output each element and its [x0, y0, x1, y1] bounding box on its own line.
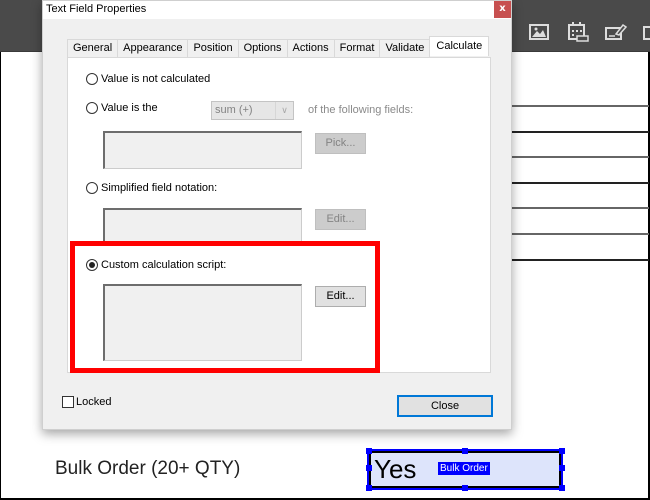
field-name-tag: Bulk Order [438, 462, 490, 475]
resize-handle[interactable] [559, 448, 565, 454]
form-line [510, 259, 649, 261]
close-button[interactable]: Close [397, 395, 493, 417]
radio-not-calculated[interactable]: Value is not calculated [86, 73, 210, 85]
resize-handle[interactable] [462, 485, 468, 491]
resize-handle[interactable] [366, 448, 372, 454]
tab-appearance[interactable]: Appearance [117, 39, 189, 57]
tab-general[interactable]: General [67, 39, 119, 57]
calculate-panel: Value is not calculated Value is the sum… [67, 57, 491, 373]
bulk-order-field[interactable]: Yes Bulk Order [367, 449, 563, 490]
bulk-order-label: Bulk Order (20+ QTY) [55, 458, 241, 479]
chevron-down-icon: ∨ [275, 102, 293, 119]
locked-label: Locked [76, 396, 112, 408]
tab-position[interactable]: Position [187, 39, 239, 57]
partial-icon[interactable] [643, 22, 650, 42]
resize-handle[interactable] [366, 465, 372, 471]
radio-simplified-notation[interactable]: Simplified field notation: [86, 182, 217, 194]
tab-bar: General Appearance Position Options Acti… [67, 36, 490, 57]
radio-label: Simplified field notation: [101, 182, 218, 194]
image-icon[interactable] [528, 22, 550, 42]
text-field-properties-dialog: Text Field Properties x General Appearan… [42, 0, 512, 430]
resize-handle[interactable] [366, 485, 372, 491]
pick-button[interactable]: Pick... [315, 133, 366, 154]
radio-label: Value is the [101, 102, 158, 114]
simplified-notation-input[interactable] [103, 208, 302, 246]
resize-handle[interactable] [559, 465, 565, 471]
calendar-date-icon[interactable] [567, 22, 589, 42]
fields-list-input[interactable] [103, 131, 302, 169]
custom-script-edit-button[interactable]: Edit... [315, 286, 366, 307]
custom-script-input[interactable] [103, 284, 302, 361]
close-icon[interactable]: x [494, 1, 511, 18]
radio-custom-script[interactable]: Custom calculation script: [86, 259, 226, 271]
radio-button[interactable] [86, 73, 98, 85]
tab-options[interactable]: Options [237, 39, 288, 57]
tab-format[interactable]: Format [333, 39, 381, 57]
signature-icon[interactable] [605, 22, 628, 42]
bulk-order-value: Yes [374, 454, 417, 484]
locked-checkbox-row[interactable]: Locked [62, 396, 111, 408]
radio-button[interactable] [86, 102, 98, 114]
radio-label: Custom calculation script: [101, 259, 227, 271]
form-line [510, 207, 649, 209]
operation-select[interactable]: sum (+) ∨ [211, 101, 294, 120]
following-fields-label: of the following fields: [308, 104, 414, 116]
form-line [510, 156, 649, 158]
tab-calculate[interactable]: Calculate [429, 36, 490, 56]
form-line [510, 182, 649, 184]
tab-validate[interactable]: Validate [379, 39, 431, 57]
resize-handle[interactable] [559, 485, 565, 491]
dialog-title: Text Field Properties [46, 3, 147, 15]
form-line [510, 131, 649, 133]
tab-actions[interactable]: Actions [286, 39, 335, 57]
radio-button-checked[interactable] [86, 259, 98, 271]
form-line [510, 233, 649, 235]
simplified-edit-button[interactable]: Edit... [315, 209, 366, 230]
form-line [510, 105, 649, 107]
radio-button[interactable] [86, 182, 98, 194]
operation-select-value: sum (+) [215, 104, 253, 116]
resize-handle[interactable] [462, 448, 468, 454]
locked-checkbox[interactable] [62, 396, 74, 408]
radio-label: Value is not calculated [101, 73, 211, 85]
dialog-titlebar[interactable]: Text Field Properties x [43, 1, 511, 19]
radio-value-is-the[interactable]: Value is the [86, 102, 158, 114]
